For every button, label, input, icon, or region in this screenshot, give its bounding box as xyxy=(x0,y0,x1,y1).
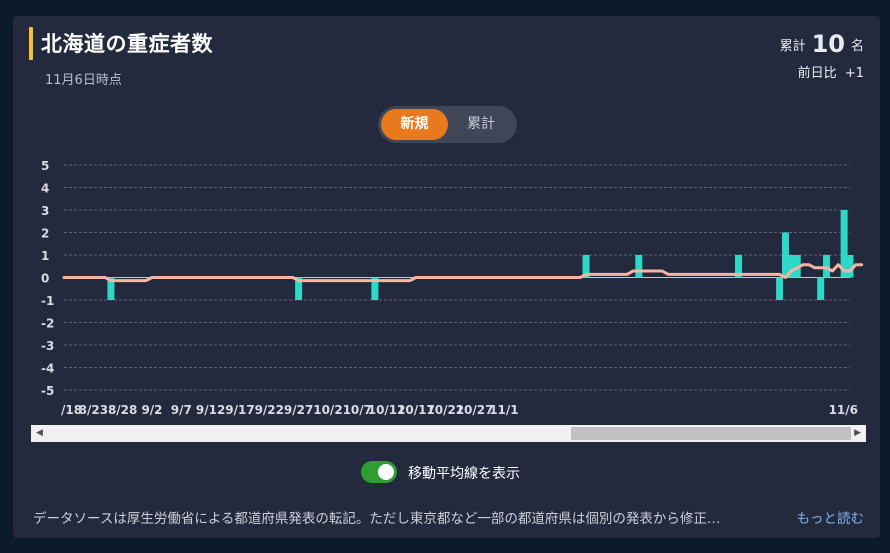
scroll-right-icon[interactable]: ▶ xyxy=(854,425,861,442)
x-tick-label: 9/22 xyxy=(255,403,284,416)
chart-card: 北海道の重症者数 11月6日時点 累計 10 名 前日比 +1 新規 累計 5432… xyxy=(13,16,880,538)
read-more-link[interactable]: もっと読む xyxy=(797,507,865,527)
x-tick-label: 9/7 xyxy=(171,403,192,416)
y-tick-label: -3 xyxy=(41,339,54,353)
scrollbar-thumb[interactable] xyxy=(571,427,851,440)
x-tick-label: 9/2 xyxy=(141,403,162,416)
data-source-note: データソースは厚生労働省による都道府県発表の転記。ただし東京都など一部の都道府県… xyxy=(33,511,721,527)
switch-knob xyxy=(378,464,394,480)
severe-cases-chart: 543210-1-2-3-4-5/188/23 8/28 9/2 9/7 9/12 9/1… xyxy=(41,159,864,416)
y-tick-label: 3 xyxy=(41,204,49,218)
y-tick-label: 5 xyxy=(41,159,49,173)
x-tick-label: 11/6 xyxy=(829,403,858,416)
y-tick-label: 4 xyxy=(41,182,49,196)
moving-average-label: 移動平均線を表示 xyxy=(408,466,520,482)
bar xyxy=(823,255,831,278)
y-tick-label: -5 xyxy=(41,384,54,398)
y-tick-label: 2 xyxy=(41,227,49,241)
y-tick-label: -1 xyxy=(41,294,54,308)
moving-average-switch[interactable] xyxy=(361,461,397,483)
chart-scrollbar[interactable]: ◀ ▶ xyxy=(31,425,866,442)
x-tick-label: 11/1 xyxy=(489,403,518,416)
y-tick-label: -4 xyxy=(41,362,54,376)
x-tick-label: 10/27 xyxy=(456,403,494,416)
bar xyxy=(776,277,784,300)
bar xyxy=(817,277,825,300)
x-tick-label: 9/27 xyxy=(284,403,313,416)
x-tick-label: 9/17 xyxy=(225,403,254,416)
bar xyxy=(635,255,643,278)
y-tick-label: 1 xyxy=(41,249,49,263)
x-tick-label: 10/2 xyxy=(313,403,342,416)
scroll-left-icon[interactable]: ◀ xyxy=(36,425,43,442)
x-tick-label: 9/12 xyxy=(196,403,225,416)
y-tick-label: -2 xyxy=(41,317,54,331)
x-tick-label: 8/28 xyxy=(108,403,137,416)
y-tick-label: 0 xyxy=(41,272,49,286)
x-tick-label: 8/23 xyxy=(79,403,108,416)
